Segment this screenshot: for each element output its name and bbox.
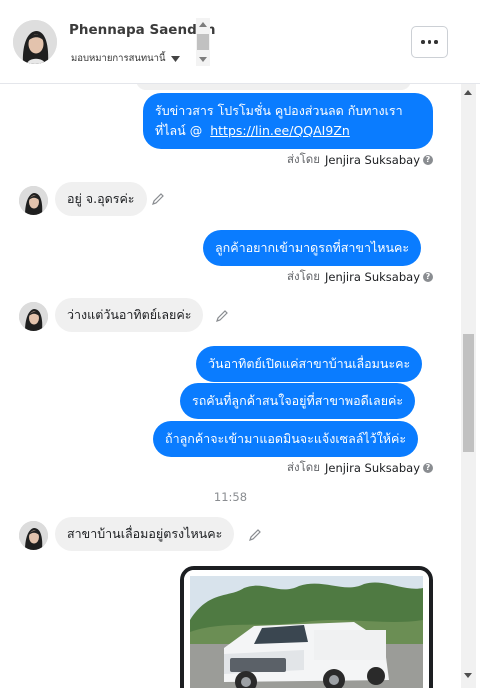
contact-name[interactable]: Phennapa Saendan [69,22,215,38]
pencil-icon[interactable] [151,192,165,206]
outgoing-message[interactable]: ถ้าลูกค้าจะเข้ามาแอดมินจะแจ้งเซลล์ไว้ให้… [153,421,419,457]
thread-scrollbar[interactable] [461,84,476,688]
pickup-truck-photo [184,570,429,688]
outgoing-message[interactable]: รถคันที่ลูกค้าสนใจอยู่ที่สาขาพอดีเลยค่ะ [180,383,416,419]
more-dots-icon [434,40,438,44]
sent-by-label: ส่งโดย Jenjira Suksabay ? [287,459,433,477]
outgoing-message[interactable]: รับข่าวสาร โปรโมชั่น คูปองส่วนลด กับทางเ… [143,93,433,149]
assign-conversation-dropdown[interactable]: มอบหมายการสนทนานี้ [71,51,180,66]
incoming-message[interactable]: ว่างแต่วันอาทิตย์เลยค่ะ [55,298,204,332]
agent-name: Jenjira Suksabay [324,270,420,284]
message-line: ที่ไลน์ @ [155,123,203,138]
assign-label: มอบหมายการสนทนานี้ [71,53,166,64]
scroll-thumb[interactable] [197,34,209,50]
header-scrollbar[interactable] [196,18,210,66]
scroll-up-icon[interactable] [464,90,472,95]
message-line: รับข่าวสาร โปรโมชั่น คูปองส่วนลด กับทางเ… [155,103,403,118]
sent-by-prefix: ส่งโดย [286,460,320,474]
message-thread[interactable]: รับข่าวสาร โปรโมชั่น คูปองส่วนลด กับทางเ… [0,84,461,688]
incoming-message[interactable]: สาขาบ้านเลื่อมอยู่ตรงไหนคะ [55,517,235,551]
more-dots-icon [427,40,432,44]
outgoing-message[interactable]: ลูกค้าอยากเข้ามาดูรถที่สาขาไหนคะ [203,230,422,266]
outgoing-message[interactable]: วันอาทิตย์เปิดแค่สาขาบ้านเลื่อมนะคะ [196,346,423,382]
more-options-button[interactable] [411,26,448,58]
agent-name: Jenjira Suksabay [324,461,420,475]
scroll-up-icon[interactable] [199,22,207,27]
message-link[interactable]: https://lin.ee/QQAI9Zn [210,123,350,138]
scroll-down-icon[interactable] [464,673,472,678]
pencil-icon[interactable] [215,309,229,323]
sent-by-label: ส่งโดย Jenjira Suksabay ? [287,268,433,286]
more-dots-icon [421,40,425,44]
conversation-header: Phennapa Saendan มอบหมายการสนทนานี้ [0,0,480,84]
contact-avatar-small [19,521,48,550]
pencil-icon[interactable] [248,528,262,542]
message-timestamp: 11:58 [213,490,248,504]
question-icon[interactable]: ? [423,463,433,473]
contact-avatar[interactable] [13,20,57,64]
agent-name: Jenjira Suksabay [324,153,420,167]
question-icon[interactable]: ? [423,155,433,165]
sent-by-label: ส่งโดย Jenjira Suksabay ? [287,151,433,169]
contact-avatar-small [19,186,48,215]
sent-by-prefix: ส่งโดย [286,269,320,283]
message-line-with-link: ที่ไลน์ @ https://lin.ee/QQAI9Zn [155,121,421,141]
sent-by-prefix: ส่งโดย [286,152,320,166]
question-icon[interactable]: ? [423,272,433,282]
incoming-message[interactable]: อยู่ จ.อุดรค่ะ [55,182,147,216]
scroll-down-icon[interactable] [199,57,207,62]
partial-message-bubble [136,84,411,90]
contact-avatar-small [19,302,48,331]
image-attachment[interactable] [180,566,433,688]
caret-down-icon [170,55,180,62]
scroll-thumb[interactable] [463,334,474,452]
